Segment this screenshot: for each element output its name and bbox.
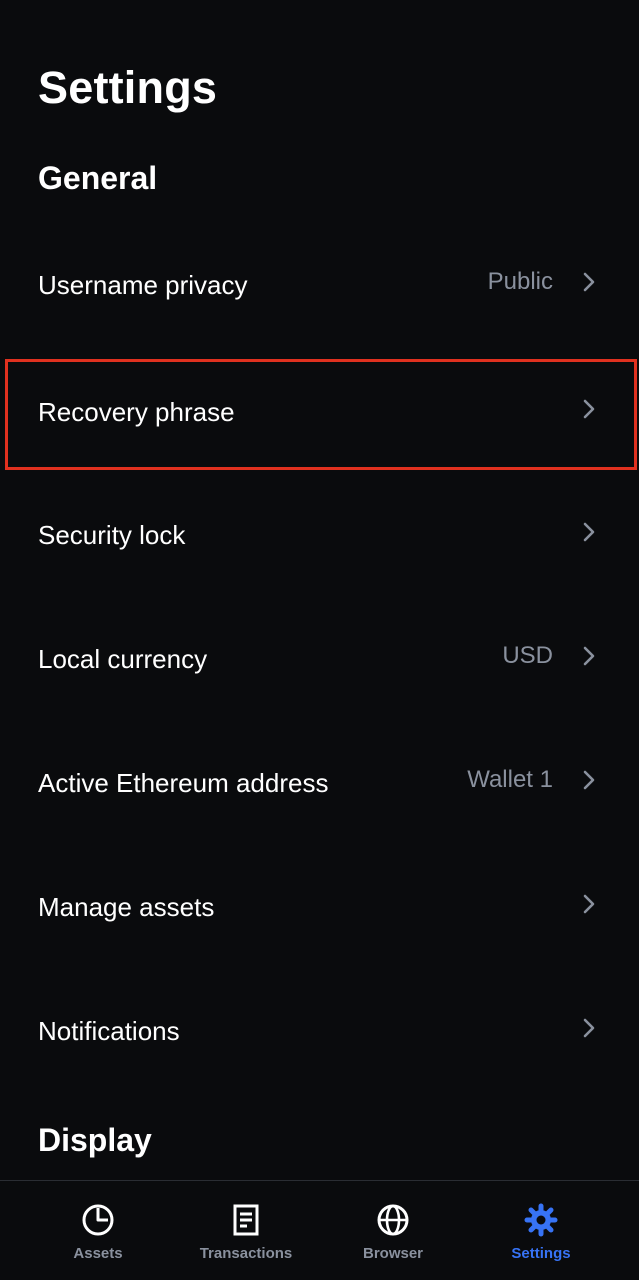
chevron-right-icon	[583, 894, 595, 914]
chevron-right-icon	[583, 1018, 595, 1038]
section-title-general: General	[38, 160, 158, 196]
settings-row-username-privacy[interactable]: Username privacy Public	[0, 230, 639, 340]
chevron-right-icon	[583, 646, 595, 666]
row-label: Recovery phrase	[38, 396, 235, 427]
chevron-right-icon	[583, 522, 595, 542]
tab-browser[interactable]: Browser	[343, 1181, 443, 1280]
gear-icon	[524, 1203, 558, 1237]
settings-row-recovery-phrase[interactable]: Recovery phrase	[0, 357, 639, 467]
row-value: Public	[487, 268, 553, 295]
tab-transactions[interactable]: Transactions	[186, 1181, 306, 1280]
chevron-right-icon	[583, 770, 595, 790]
row-label: Notifications	[38, 1015, 180, 1046]
tab-assets[interactable]: Assets	[48, 1181, 148, 1280]
settings-row-notifications[interactable]: Notifications	[0, 976, 639, 1086]
settings-row-security-lock[interactable]: Security lock	[0, 480, 639, 590]
pie-chart-icon	[82, 1204, 114, 1236]
tab-settings[interactable]: Settings	[491, 1181, 591, 1280]
row-value: USD	[502, 642, 553, 669]
tab-label: Settings	[511, 1245, 571, 1262]
tab-label: Transactions	[199, 1245, 293, 1262]
settings-screen: Settings General Username privacy Public…	[0, 0, 639, 1280]
tab-label: Assets	[73, 1245, 123, 1262]
settings-row-manage-assets[interactable]: Manage assets	[0, 852, 639, 962]
row-label: Active Ethereum address	[38, 767, 329, 798]
document-icon	[233, 1204, 259, 1236]
chevron-right-icon	[583, 399, 595, 419]
tab-label: Browser	[362, 1245, 424, 1262]
globe-icon	[377, 1204, 409, 1236]
settings-row-local-currency[interactable]: Local currency USD	[0, 604, 639, 714]
row-label: Security lock	[38, 519, 186, 550]
row-label: Manage assets	[38, 891, 215, 922]
row-label: Username privacy	[38, 269, 248, 300]
page-title: Settings	[38, 62, 218, 113]
section-title-display: Display	[38, 1122, 152, 1158]
bottom-tab-bar: Assets Transactions Browser Settings	[0, 1180, 639, 1280]
settings-row-active-ethereum-address[interactable]: Active Ethereum address Wallet 1	[0, 728, 639, 838]
row-label: Local currency	[38, 643, 208, 674]
row-value: Wallet 1	[467, 766, 553, 793]
chevron-right-icon	[583, 272, 595, 292]
